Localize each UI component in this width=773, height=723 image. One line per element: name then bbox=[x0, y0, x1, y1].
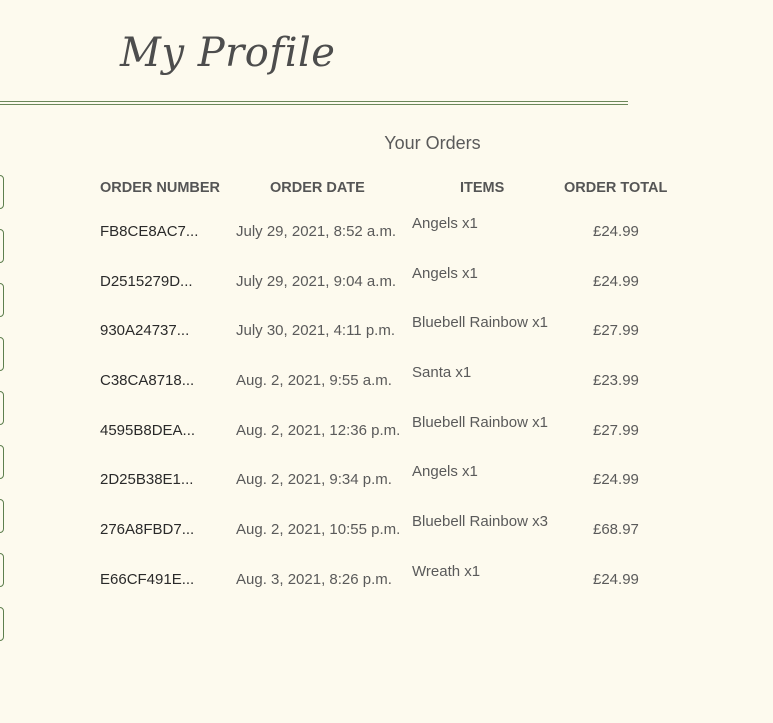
order-total: £24.99 bbox=[593, 223, 639, 240]
order-number-link[interactable]: D2515279D... bbox=[100, 273, 193, 290]
table-row: C38CA8718... Aug. 2, 2021, 9:55 a.m. San… bbox=[100, 357, 680, 407]
form-field-edge[interactable] bbox=[0, 337, 4, 371]
order-number-link[interactable]: 276A8FBD7... bbox=[100, 521, 194, 538]
order-items: Angels x1 bbox=[412, 463, 478, 481]
order-items: Bluebell Rainbow x1 bbox=[412, 314, 548, 332]
column-header-order-number: ORDER NUMBER bbox=[100, 180, 221, 196]
order-date: Aug. 2, 2021, 9:55 a.m. bbox=[236, 372, 392, 390]
order-date: July 29, 2021, 9:04 a.m. bbox=[236, 272, 397, 290]
form-field-edge[interactable] bbox=[0, 283, 4, 317]
table-row: 930A24737... July 30, 2021, 4:11 p.m. Bl… bbox=[100, 307, 680, 357]
order-items: Wreath x1 bbox=[412, 562, 481, 580]
table-row: D2515279D... July 29, 2021, 9:04 a.m. An… bbox=[100, 258, 680, 308]
order-items: Angels x1 bbox=[412, 215, 478, 232]
form-field-edge[interactable] bbox=[0, 175, 4, 209]
form-field-edge[interactable] bbox=[0, 391, 4, 425]
order-date: Aug. 2, 2021, 12:36 p.m. bbox=[236, 421, 401, 439]
order-items: Bluebell Rainbow x1 bbox=[412, 413, 548, 431]
table-row: 276A8FBD7... Aug. 2, 2021, 10:55 p.m. Bl… bbox=[100, 506, 680, 556]
order-items: Bluebell Rainbow x3 bbox=[412, 513, 548, 531]
order-total: £27.99 bbox=[593, 421, 639, 439]
order-total: £68.97 bbox=[593, 521, 639, 539]
table-row: E66CF491E... Aug. 3, 2021, 8:26 p.m. Wre… bbox=[100, 556, 680, 606]
column-header-order-date: ORDER DATE bbox=[270, 180, 365, 196]
order-number-link[interactable]: E66CF491E... bbox=[100, 571, 194, 588]
order-number-link[interactable]: FB8CE8AC7... bbox=[100, 223, 198, 240]
order-number-link[interactable]: 2D25B38E1... bbox=[100, 471, 193, 488]
order-total: £27.99 bbox=[593, 322, 639, 340]
title-divider bbox=[0, 101, 628, 105]
profile-form-fields bbox=[0, 175, 6, 661]
form-field-edge[interactable] bbox=[0, 229, 4, 263]
form-field-edge[interactable] bbox=[0, 445, 4, 479]
table-row: FB8CE8AC7... July 29, 2021, 8:52 a.m. An… bbox=[100, 208, 680, 258]
order-total: £24.99 bbox=[593, 272, 639, 290]
order-total: £24.99 bbox=[593, 570, 639, 588]
order-total: £24.99 bbox=[593, 471, 639, 489]
form-field-edge[interactable] bbox=[0, 607, 4, 641]
order-items: Angels x1 bbox=[412, 264, 478, 282]
order-items: Santa x1 bbox=[412, 364, 472, 382]
order-date: Aug. 3, 2021, 8:26 p.m. bbox=[236, 570, 392, 588]
order-total: £23.99 bbox=[593, 372, 639, 390]
table-body: FB8CE8AC7... July 29, 2021, 8:52 a.m. An… bbox=[100, 208, 680, 606]
column-header-order-total: ORDER TOTAL bbox=[564, 180, 668, 196]
form-field-edge[interactable] bbox=[0, 499, 4, 533]
order-number-link[interactable]: C38CA8718... bbox=[100, 372, 194, 389]
table-row: 2D25B38E1... Aug. 2, 2021, 9:34 p.m. Ang… bbox=[100, 456, 680, 506]
order-date: July 29, 2021, 8:52 a.m. bbox=[236, 223, 397, 240]
page-title: My Profile bbox=[120, 30, 336, 76]
orders-table: ORDER NUMBER ORDER DATE ITEMS ORDER TOTA… bbox=[100, 180, 680, 588]
column-header-items: ITEMS bbox=[460, 180, 505, 196]
table-row: 4595B8DEA... Aug. 2, 2021, 12:36 p.m. Bl… bbox=[100, 407, 680, 457]
order-date: July 30, 2021, 4:11 p.m. bbox=[236, 322, 395, 340]
order-date: Aug. 2, 2021, 9:34 p.m. bbox=[236, 471, 392, 489]
order-number-link[interactable]: 4595B8DEA... bbox=[100, 422, 195, 439]
order-number-link[interactable]: 930A24737... bbox=[100, 322, 189, 339]
table-header-row: ORDER NUMBER ORDER DATE ITEMS ORDER TOTA… bbox=[100, 180, 680, 202]
order-date: Aug. 2, 2021, 10:55 p.m. bbox=[236, 521, 401, 539]
form-field-edge[interactable] bbox=[0, 553, 4, 587]
orders-heading: Your Orders bbox=[384, 133, 481, 153]
